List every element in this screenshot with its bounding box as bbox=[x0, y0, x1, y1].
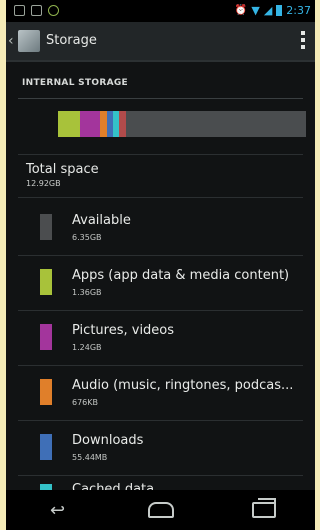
status-bar: ⏰ ▼ ◢ 2:37 bbox=[6, 0, 315, 22]
phone-screen: ⏰ ▼ ◢ 2:37 ‹ Storage INTERNAL STORAGE To… bbox=[6, 0, 315, 530]
page-title: Storage bbox=[46, 33, 97, 48]
storage-item-apps[interactable]: Apps (app data & media content) 1.36GB bbox=[6, 255, 315, 309]
available-color-swatch bbox=[40, 214, 52, 240]
usage-segment-pictures bbox=[80, 111, 100, 137]
alarm-icon: ⏰ bbox=[234, 5, 248, 16]
downloads-color-swatch bbox=[40, 434, 52, 460]
item-size: 55.44MB bbox=[72, 453, 108, 462]
usage-segment-audio bbox=[100, 111, 107, 137]
usage-segment-misc bbox=[119, 111, 126, 137]
item-size: 6.35GB bbox=[72, 233, 102, 242]
item-label: Downloads bbox=[72, 433, 144, 448]
recents-button[interactable] bbox=[244, 498, 284, 518]
navigation-bar: ↩ bbox=[6, 490, 315, 530]
home-button[interactable] bbox=[141, 502, 181, 518]
item-label: Pictures, videos bbox=[72, 323, 175, 338]
action-bar: ‹ Storage bbox=[6, 22, 315, 62]
divider bbox=[18, 154, 303, 155]
audio-color-swatch bbox=[40, 379, 52, 405]
total-space-value: 12.92GB bbox=[26, 179, 61, 188]
section-divider bbox=[18, 98, 303, 99]
total-space-label: Total space bbox=[26, 162, 99, 177]
storage-content: INTERNAL STORAGE Total space 12.92GB Ava… bbox=[6, 62, 315, 510]
signal-icon: ◢ bbox=[263, 4, 273, 17]
storage-item-downloads[interactable]: Downloads 55.44MB bbox=[6, 420, 315, 474]
section-header: INTERNAL STORAGE bbox=[22, 78, 128, 88]
storage-item-available[interactable]: Available 6.35GB bbox=[6, 200, 315, 254]
overflow-menu-icon[interactable] bbox=[301, 31, 305, 49]
battery-icon bbox=[276, 5, 283, 16]
back-button[interactable]: ↩ bbox=[38, 500, 78, 521]
screenshot-notification-icon bbox=[14, 5, 25, 16]
item-size: 1.36GB bbox=[72, 288, 102, 297]
item-label: Apps (app data & media content) bbox=[72, 268, 290, 283]
storage-item-audio[interactable]: Audio (music, ringtones, podcas... 676KB bbox=[6, 365, 315, 419]
android-notification-icon bbox=[48, 5, 59, 16]
item-size: 676KB bbox=[72, 398, 99, 407]
usage-segment-apps bbox=[58, 111, 80, 137]
pictures-color-swatch bbox=[40, 324, 52, 350]
recents-icon bbox=[251, 498, 276, 518]
total-space: Total space 12.92GB bbox=[26, 162, 99, 188]
item-size: 1.24GB bbox=[72, 343, 102, 352]
storage-item-pictures[interactable]: Pictures, videos 1.24GB bbox=[6, 310, 315, 364]
item-label: Available bbox=[72, 213, 131, 228]
clock: 2:37 bbox=[286, 4, 311, 17]
storage-app-icon[interactable] bbox=[18, 30, 40, 52]
usage-segment-available bbox=[126, 111, 306, 137]
item-label: Audio (music, ringtones, podcas... bbox=[72, 378, 294, 393]
apps-color-swatch bbox=[40, 269, 52, 295]
back-caret-icon[interactable]: ‹ bbox=[8, 33, 14, 49]
divider bbox=[18, 197, 303, 198]
wifi-icon: ▼ bbox=[251, 4, 260, 17]
storage-usage-bar bbox=[58, 111, 306, 137]
home-icon bbox=[147, 502, 174, 518]
message-notification-icon bbox=[31, 5, 42, 16]
